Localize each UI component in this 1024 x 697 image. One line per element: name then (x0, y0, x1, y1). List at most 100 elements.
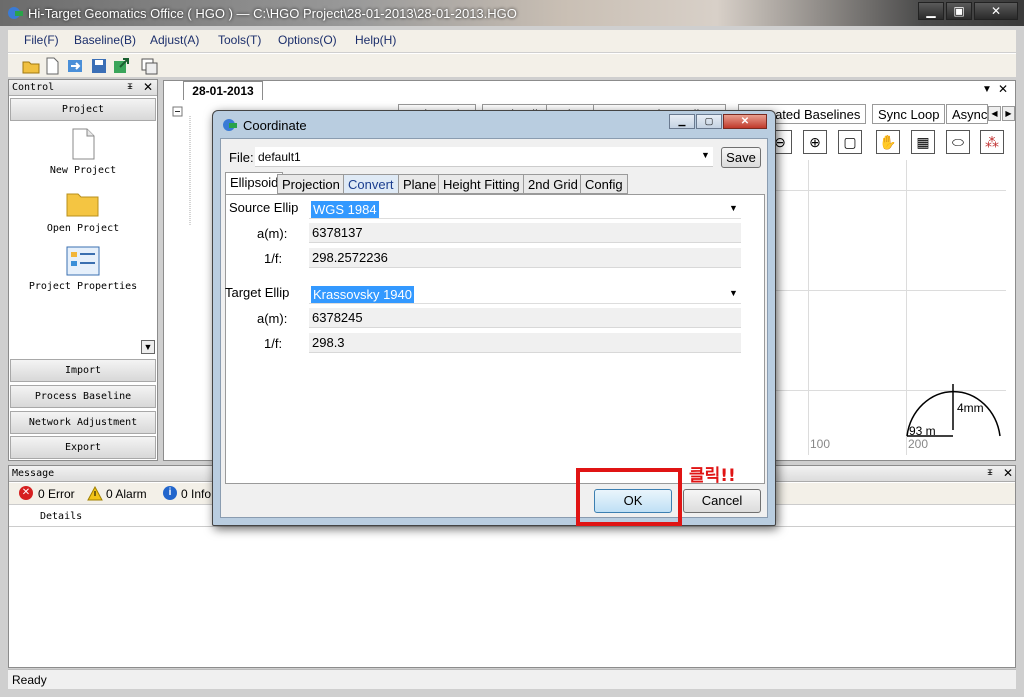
project-properties-item[interactable]: Project Properties (9, 246, 157, 292)
toolbar (8, 53, 1016, 77)
save-button[interactable]: Save (721, 147, 761, 168)
info-filter[interactable]: 0 Info (181, 487, 211, 501)
source-ellipsoid-value: WGS 1984 (311, 201, 379, 218)
tab-ellipsoid[interactable]: Ellipsoid (225, 172, 284, 194)
new-project-label: New Project (49, 165, 117, 176)
click-annotation: 클릭!! (689, 466, 736, 486)
window-title-bar: Hi-Target Geomatics Office ( HGO ) — C:\… (0, 0, 1024, 26)
new-file-icon[interactable] (43, 57, 61, 75)
open-project-label: Open Project (46, 223, 120, 234)
grid-line (808, 160, 809, 455)
menu-adjust[interactable]: Adjust(A) (150, 33, 199, 47)
project-properties-label: Project Properties (28, 281, 138, 292)
tab-list-icon[interactable]: ▼ (982, 84, 992, 95)
target-f-field[interactable]: 298.3 (309, 333, 741, 353)
error-filter[interactable]: 0 Error (38, 487, 75, 501)
source-ellip-label: Source Ellip (229, 200, 299, 215)
tab-2nd-grid[interactable]: 2nd Grid (523, 174, 583, 194)
export-icon[interactable] (112, 57, 130, 75)
menu-bar: File(F) Baseline(B) Adjust(A) Tools(T) O… (8, 30, 1016, 52)
dialog-body: File: default1 ▼ Save Ellipsoid Projecti… (220, 138, 768, 518)
ellipse-icon[interactable]: ⬭ (946, 130, 970, 154)
tab-scroll-left-icon[interactable]: ◀ (988, 106, 1001, 121)
export-section-button[interactable]: Export (10, 436, 156, 459)
grid-line (776, 190, 1006, 191)
axis-label-100: 100 (810, 437, 831, 451)
chevron-down-icon[interactable]: ▼ (701, 150, 710, 160)
status-bar: Ready (8, 669, 1016, 689)
source-f-label: 1/f: (264, 251, 283, 266)
pin-icon[interactable]: ᵻ (127, 81, 133, 92)
close-document-icon[interactable]: ✕ (998, 82, 1008, 96)
new-project-item[interactable]: New Project (9, 128, 157, 176)
tab-convert[interactable]: Convert (343, 174, 399, 194)
grid-icon[interactable]: ▦ (911, 130, 935, 154)
dialog-minimize-button[interactable]: ▁ (669, 114, 695, 129)
source-a-label: a(m): (257, 226, 288, 241)
file-label: File: (229, 150, 254, 165)
scale-length-label: 93 m (909, 424, 936, 438)
network-icon[interactable]: ⁂ (980, 130, 1004, 154)
properties-icon (66, 246, 100, 276)
control-panel: Control ᵻ ✕ Project New Project Open Pro… (8, 79, 158, 461)
save-icon[interactable] (90, 57, 108, 75)
pan-hand-icon[interactable]: ✋ (876, 130, 900, 154)
open-folder-icon[interactable] (22, 57, 40, 75)
chevron-down-icon[interactable]: ▼ (729, 288, 738, 298)
zoom-extent-icon[interactable]: ▢ (838, 130, 862, 154)
tab-config[interactable]: Config (580, 174, 628, 194)
tab-projection[interactable]: Projection (277, 174, 345, 194)
menu-options[interactable]: Options(O) (278, 33, 337, 47)
maximize-button[interactable]: ▣ (946, 2, 972, 20)
tab-sync-loop[interactable]: Sync Loop (872, 104, 946, 124)
project-section-header[interactable]: Project (10, 98, 156, 121)
menu-baseline[interactable]: Baseline(B) (74, 33, 136, 47)
tab-height-fitting[interactable]: Height Fitting (438, 174, 525, 194)
source-ellipsoid-select[interactable]: WGS 1984 ▼ (309, 199, 741, 219)
coordinate-icon (223, 119, 237, 131)
control-panel-header: Control ᵻ ✕ (9, 80, 157, 96)
alarm-filter[interactable]: 0 Alarm (106, 487, 147, 501)
source-f-field[interactable]: 298.2572236 (309, 248, 741, 268)
dialog-close-button[interactable]: ✕ (723, 114, 767, 129)
import-icon[interactable] (66, 57, 84, 75)
chevron-down-icon[interactable]: ▼ (729, 203, 738, 213)
error-icon: ✕ (19, 486, 33, 500)
tab-scroll-right-icon[interactable]: ▶ (1002, 106, 1015, 121)
close-panel-icon[interactable]: ✕ (143, 80, 153, 94)
window-title: Hi-Target Geomatics Office ( HGO ) — C:\… (28, 6, 517, 21)
grid-line (776, 290, 1006, 291)
source-a-field[interactable]: 6378137 (309, 223, 741, 243)
project-tree (172, 106, 191, 226)
minimize-button[interactable]: ▁ (918, 2, 944, 20)
pin-icon[interactable]: ᵻ (987, 467, 993, 478)
scroll-down-icon[interactable]: ▼ (141, 340, 155, 354)
tab-plane[interactable]: Plane (398, 174, 442, 194)
app-icon (8, 7, 23, 19)
tab-async[interactable]: Async (946, 104, 988, 124)
control-panel-title: Control (12, 82, 55, 93)
file-select[interactable]: default1 ▼ (255, 147, 713, 167)
close-panel-icon[interactable]: ✕ (1003, 466, 1013, 480)
tab-project-document[interactable]: 28-01-2013 (183, 81, 263, 100)
target-ellipsoid-select[interactable]: Krassovsky 1940 ▼ (309, 284, 741, 304)
target-a-field[interactable]: 6378245 (309, 308, 741, 328)
menu-tools[interactable]: Tools(T) (218, 33, 261, 47)
cancel-button[interactable]: Cancel (683, 489, 761, 513)
open-project-item[interactable]: Open Project (9, 190, 157, 234)
close-window-button[interactable]: ✕ (974, 2, 1018, 20)
menu-file[interactable]: File(F) (24, 33, 59, 47)
zoom-in-icon[interactable]: ⊕ (803, 130, 827, 154)
dialog-maximize-button[interactable]: ▢ (696, 114, 722, 129)
window-icon[interactable] (140, 57, 158, 75)
process-baseline-section-button[interactable]: Process Baseline (10, 385, 156, 408)
new-file-icon (72, 128, 95, 160)
dialog-title: Coordinate (243, 118, 307, 133)
network-adjustment-section-button[interactable]: Network Adjustment (10, 411, 156, 434)
import-section-button[interactable]: Import (10, 359, 156, 382)
details-column-header[interactable]: Details (40, 511, 82, 522)
menu-help[interactable]: Help(H) (355, 33, 396, 47)
status-text: Ready (12, 673, 47, 687)
scale-error-label: 4mm (957, 401, 984, 415)
highlight-box (576, 468, 682, 526)
